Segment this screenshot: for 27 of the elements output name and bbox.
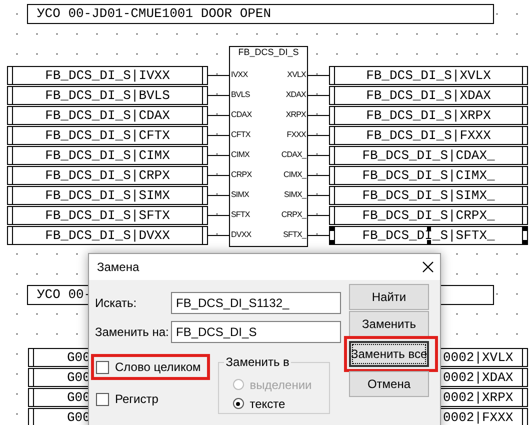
input-pin-label: CDAX [231,110,252,120]
output-pin-label: SIMX_ [284,190,306,200]
input-pin-label: IVXX [231,70,248,80]
group-title: Заменить в [224,355,292,369]
input-pin-label: SFTX [231,210,250,220]
output-pin-label: FXXX [286,130,306,140]
output-pin-label: CIMX_ [284,170,306,180]
block-title: FB_DCS_DI_S [237,47,300,57]
checkbox-label: Регистр [115,392,158,406]
dialog-title: Замена [97,260,140,274]
output-pin-label: XVLX [287,70,306,80]
output-pin-label: SFTX_ [283,230,306,240]
input-pin-label: DVXX [231,230,252,240]
input-pin-label: CRPX [231,170,252,180]
field-label: Заменить на: [95,325,170,339]
radio-label: тексте [250,396,286,410]
radio-label: выделении [250,378,312,392]
output-pin-label: XDAX [286,90,306,100]
output-pin-label: CRPX_ [281,210,306,220]
input-pin-label: SIMX [231,190,249,200]
output-pin-label: CDAX_ [281,150,306,160]
output-pin-label: XRPX [286,110,306,120]
input-pin-label: BVLS [231,90,250,100]
input-pin-label: CFTX [231,130,250,140]
checkbox-label: Слово целиком [115,360,201,374]
sheet-title: УСО 00-JD01-CMUE1001 DOOR OPEN [27,4,494,24]
input-pin-label: CIMX [231,150,250,160]
